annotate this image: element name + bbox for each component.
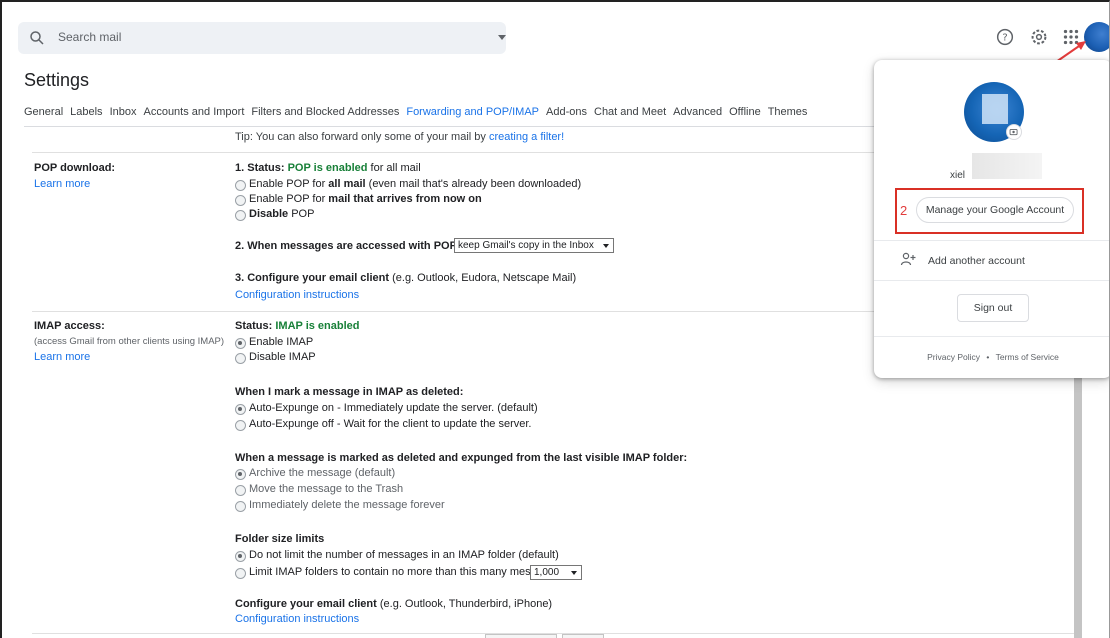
create-filter-link[interactable]: creating a filter! bbox=[489, 131, 564, 143]
avatar-blur bbox=[982, 94, 1008, 124]
page-title: Settings bbox=[24, 70, 90, 90]
popup-divider bbox=[874, 280, 1109, 281]
tab-advanced[interactable]: Advanced bbox=[673, 106, 722, 126]
add-person-icon bbox=[900, 252, 916, 266]
radio-label: Enable POP for bbox=[249, 193, 329, 205]
account-email-blur bbox=[972, 153, 1042, 179]
folder-limit-select[interactable]: 1,000 bbox=[530, 565, 582, 580]
pop-section-title: POP download: bbox=[34, 162, 116, 174]
pop-new-mail-radio[interactable]: Enable POP for mail that arrives from no… bbox=[235, 193, 482, 206]
popup-divider bbox=[874, 240, 1109, 241]
radio-label-bold: all mail bbox=[328, 178, 366, 190]
search-input[interactable]: Search mail bbox=[58, 30, 121, 44]
auto-expunge-off-radio[interactable]: Auto-Expunge off - Wait for the client t… bbox=[235, 418, 532, 431]
pop-learn-more-link[interactable]: Learn more bbox=[34, 178, 90, 190]
tab-general[interactable]: General bbox=[24, 106, 63, 126]
cancel-button[interactable] bbox=[562, 634, 604, 638]
no-folder-limit-radio[interactable]: Do not limit the number of messages in a… bbox=[235, 549, 559, 562]
radio-label-bold: Disable bbox=[249, 208, 289, 220]
imap-enable-radio[interactable]: Enable IMAP bbox=[235, 336, 313, 349]
svg-text:?: ? bbox=[1002, 33, 1007, 44]
settings-tabs: General Labels Inbox Accounts and Import… bbox=[24, 106, 814, 126]
pop-status-label: 1. Status: bbox=[235, 162, 288, 174]
privacy-policy-link[interactable]: Privacy Policy bbox=[927, 352, 980, 362]
scrollbar[interactable] bbox=[1074, 372, 1082, 638]
tab-add-ons[interactable]: Add-ons bbox=[546, 106, 587, 126]
search-options-caret-icon[interactable] bbox=[498, 35, 506, 40]
auto-expunge-on-radio[interactable]: Auto-Expunge on - Immediately update the… bbox=[235, 402, 538, 415]
annotation-highlight-box bbox=[895, 188, 1084, 234]
pop-all-mail-radio[interactable]: Enable POP for all mail (even mail that'… bbox=[235, 178, 582, 191]
help-icon[interactable]: ? bbox=[994, 26, 1016, 48]
pop-status-value: POP is enabled bbox=[287, 162, 368, 174]
tip-label: Tip: You can also forward only some of y… bbox=[235, 131, 489, 143]
limit-folder-radio[interactable]: Limit IMAP folders to contain no more th… bbox=[235, 566, 560, 579]
radio-label: (even mail that's already been downloade… bbox=[365, 178, 582, 190]
imap-learn-more-link[interactable]: Learn more bbox=[34, 351, 90, 363]
gear-icon[interactable] bbox=[1028, 26, 1050, 48]
radio-label-bold: mail that arrives from now on bbox=[328, 193, 482, 205]
tab-inbox[interactable]: Inbox bbox=[110, 106, 137, 126]
tab-chat-and-meet[interactable]: Chat and Meet bbox=[594, 106, 666, 126]
radio-label: Enable POP for bbox=[249, 178, 329, 190]
imap-section-title: IMAP access: bbox=[34, 320, 105, 332]
move-to-trash-radio[interactable]: Move the message to the Trash bbox=[235, 483, 403, 496]
pop-access-label: 2. When messages are accessed with POP bbox=[235, 240, 457, 252]
imap-disable-radio[interactable]: Disable IMAP bbox=[235, 351, 316, 364]
pop-configure-text: 3. Configure your email client (e.g. Out… bbox=[235, 272, 576, 284]
tab-offline[interactable]: Offline bbox=[729, 106, 761, 126]
pop-disable-radio[interactable]: Disable POP bbox=[235, 208, 315, 221]
pop-access-text: 2. When messages are accessed with POP bbox=[235, 240, 457, 252]
imap-status: Status: IMAP is enabled bbox=[235, 320, 360, 332]
save-changes-button[interactable] bbox=[485, 634, 557, 638]
search-icon[interactable] bbox=[28, 29, 46, 47]
imap-status-label: Status: bbox=[235, 320, 276, 332]
imap-status-value: IMAP is enabled bbox=[275, 320, 360, 332]
pop-config-instructions-link[interactable]: Configuration instructions bbox=[235, 289, 359, 301]
tab-forwarding-pop-imap[interactable]: Forwarding and POP/IMAP bbox=[406, 106, 539, 126]
archive-message-radio[interactable]: Archive the message (default) bbox=[235, 467, 395, 480]
tab-accounts-and-import[interactable]: Accounts and Import bbox=[143, 106, 244, 126]
gmail-window: Search mail ? 1 Settings General Labels … bbox=[0, 0, 1110, 638]
imap-config-instructions-link[interactable]: Configuration instructions bbox=[235, 613, 359, 625]
pop-access-select[interactable]: keep Gmail's copy in the Inbox bbox=[454, 238, 614, 253]
annotation-step-2: 2 bbox=[900, 203, 908, 218]
imap-section-subtitle: (access Gmail from other clients using I… bbox=[34, 336, 225, 347]
camera-icon[interactable] bbox=[1006, 124, 1022, 140]
imap-deleted-label: When I mark a message in IMAP as deleted… bbox=[235, 386, 463, 398]
imap-expunged-text: When a message is marked as deleted and … bbox=[235, 452, 688, 464]
tip-text: Tip: You can also forward only some of y… bbox=[235, 131, 564, 143]
popup-footer: Privacy Policy • Terms of Service bbox=[874, 352, 1109, 362]
imap-configure-hint: (e.g. Outlook, Thunderbird, iPhone) bbox=[376, 598, 553, 610]
imap-expunged-label: When a message is marked as deleted and … bbox=[235, 452, 687, 464]
delete-forever-radio[interactable]: Immediately delete the message forever bbox=[235, 499, 445, 512]
pop-configure-hint: (e.g. Outlook, Eudora, Netscape Mail) bbox=[389, 272, 577, 284]
folder-size-text: Folder size limits bbox=[235, 533, 325, 545]
account-name: xiel bbox=[950, 170, 966, 181]
imap-deleted-text: When I mark a message in IMAP as deleted… bbox=[235, 386, 464, 398]
search-bar[interactable]: Search mail bbox=[18, 22, 506, 54]
radio-label: POP bbox=[288, 208, 315, 220]
pop-status: 1. Status: POP is enabled for all mail bbox=[235, 162, 421, 174]
pop-status-suffix: for all mail bbox=[367, 162, 421, 174]
folder-size-label: Folder size limits bbox=[235, 533, 324, 545]
pop-configure-label: 3. Configure your email client bbox=[235, 272, 390, 284]
imap-configure-text: Configure your email client (e.g. Outloo… bbox=[235, 598, 552, 610]
popup-divider bbox=[874, 336, 1109, 337]
tab-themes[interactable]: Themes bbox=[768, 106, 808, 126]
tab-filters[interactable]: Filters and Blocked Addresses bbox=[251, 106, 399, 126]
sign-out-button[interactable]: Sign out bbox=[957, 294, 1029, 322]
add-another-account[interactable]: Add another account bbox=[928, 255, 1025, 267]
footer-separator: • bbox=[986, 352, 990, 362]
terms-of-service-link[interactable]: Terms of Service bbox=[996, 352, 1059, 362]
imap-configure-label: Configure your email client bbox=[235, 598, 377, 610]
tab-labels[interactable]: Labels bbox=[70, 106, 102, 126]
